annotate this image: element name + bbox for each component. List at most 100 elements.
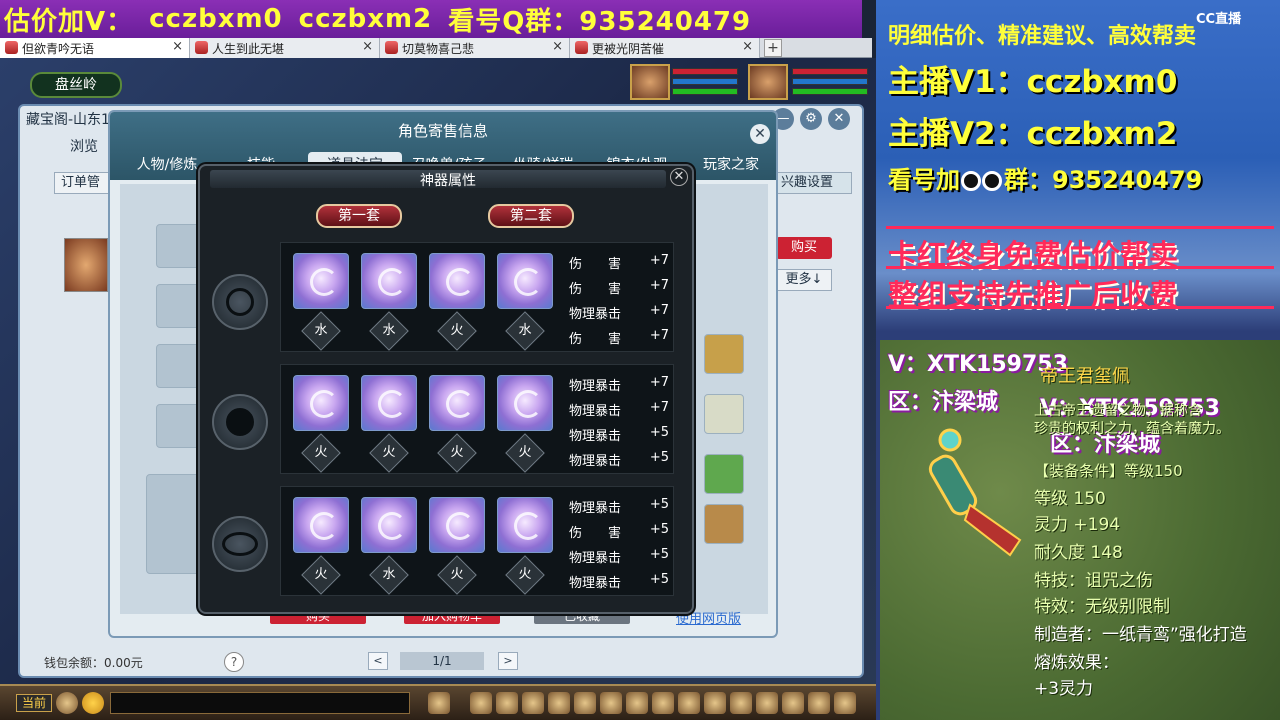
element-badge: 火 (437, 433, 477, 473)
element-badge: 火 (301, 433, 341, 473)
tab-label: 人生到此无堪 (212, 41, 285, 56)
cc-live-logo: CC直播 (1196, 12, 1242, 27)
game-favicon-icon (5, 41, 18, 54)
player-hp-bar (792, 68, 868, 75)
give-icon[interactable] (522, 692, 544, 714)
spirit-gem-icon[interactable] (497, 375, 553, 431)
promo-line-3: 主播V2：cczbxm2 (888, 116, 1178, 152)
skills-icon[interactable] (678, 692, 700, 714)
inventory-slot[interactable] (704, 334, 744, 374)
attribute-line: 物理暴击 +5 (569, 572, 669, 591)
spirit-gem-icon[interactable] (429, 375, 485, 431)
attribute-line: 物理暴击 +7 (569, 400, 669, 419)
inventory-slot[interactable] (156, 404, 200, 448)
close-tab-icon[interactable]: × (742, 39, 753, 54)
chat-channel-button[interactable]: 当前 (16, 694, 52, 712)
item-icon[interactable] (496, 692, 518, 714)
set-one-button[interactable]: 第一套 (316, 204, 402, 228)
artifact-row: 火 火 火 火 物理暴击 +7 物理暴击 +7 物理暴击 +5 物理暴击 +5 (280, 364, 674, 474)
element-badge: 火 (301, 555, 341, 595)
mascot-icon[interactable] (428, 692, 450, 714)
menu-icon[interactable] (834, 692, 856, 714)
mall-icon[interactable] (730, 692, 752, 714)
attribute-line: 物理暴击 +5 (569, 425, 669, 444)
close-tab-icon[interactable]: × (172, 39, 183, 54)
close-tab-icon[interactable]: × (362, 39, 373, 54)
close-window-icon[interactable]: ✕ (828, 108, 850, 130)
friends-icon[interactable] (704, 692, 726, 714)
ring-hole (226, 408, 254, 436)
activity-icon[interactable] (756, 692, 778, 714)
settings-gear-icon[interactable]: ⚙ (800, 108, 822, 130)
voice-icon[interactable] (56, 692, 78, 714)
tooltip-effect: 特效：无级别限制 (1034, 597, 1170, 617)
tooltip-desc-2: 珍贵的权利之力，蕴含着魔力。 (1034, 421, 1230, 437)
tab-home[interactable]: 玩家之家 (684, 152, 778, 178)
character-avatar[interactable] (64, 238, 108, 292)
attack-icon[interactable] (470, 692, 492, 714)
guild-icon[interactable] (652, 692, 674, 714)
chat-input[interactable] (110, 692, 410, 714)
buy-button[interactable]: 购买 (776, 237, 832, 259)
more-dropdown-button[interactable]: 更多↓ (776, 269, 832, 291)
spirit-gem-icon[interactable] (293, 375, 349, 431)
game-favicon-icon (385, 41, 398, 54)
tooltip-desc-1: 上古帝王遗留之物，据称含 (1034, 403, 1202, 419)
spirit-gem-icon[interactable] (293, 253, 349, 309)
element-badge: 水 (301, 311, 341, 351)
inventory-slot[interactable] (704, 394, 744, 434)
quest-icon[interactable] (626, 692, 648, 714)
inventory-slot[interactable] (156, 284, 200, 328)
game-favicon-icon (195, 41, 208, 54)
tooltip-smelt-label: 熔炼效果： (1034, 653, 1119, 673)
ranking-icon[interactable] (782, 692, 804, 714)
artifact-ring-icon (212, 274, 268, 330)
penguin-icon (961, 171, 981, 191)
spirit-gem-icon[interactable] (361, 497, 417, 553)
inventory-slot[interactable] (704, 504, 744, 544)
team-icon[interactable] (574, 692, 596, 714)
inventory-slot[interactable] (704, 454, 744, 494)
trade-icon[interactable] (548, 692, 570, 714)
browser-tab[interactable]: 切莫物喜己悲 × (380, 38, 570, 58)
sale-info-title: 角色寄售信息 (397, 122, 488, 140)
browser-tab[interactable]: 但欲青吟无语 × (0, 38, 190, 58)
spirit-gem-icon[interactable] (429, 253, 485, 309)
close-tab-icon[interactable]: × (552, 39, 563, 54)
attribute-line: 伤 害 +5 (569, 522, 669, 541)
close-icon[interactable]: ✕ (670, 168, 688, 186)
artifact-ring-icon (212, 394, 268, 450)
inventory-slot[interactable] (146, 474, 202, 574)
spirit-gem-icon[interactable] (361, 375, 417, 431)
inventory-slot[interactable] (156, 344, 200, 388)
element-badge: 火 (437, 311, 477, 351)
spirit-gem-icon[interactable] (497, 253, 553, 309)
interest-settings-button[interactable]: 兴趣设置 (774, 172, 852, 194)
browser-tab[interactable]: 人生到此无堪 × (190, 38, 380, 58)
attribute-line: 物理暴击 +7 (569, 303, 669, 322)
page-next-button[interactable]: > (498, 652, 518, 670)
attribute-line: 伤 害 +7 (569, 253, 669, 272)
spirit-gem-icon[interactable] (429, 497, 485, 553)
emoji-icon[interactable] (82, 692, 104, 714)
tooltip-maker: 制造者：一纸青鸾”强化打造 (1034, 625, 1247, 645)
system-icon[interactable] (808, 692, 830, 714)
order-manage-button[interactable]: 订单管 (54, 172, 114, 194)
spirit-gem-icon[interactable] (497, 497, 553, 553)
page-prev-button[interactable]: < (368, 652, 388, 670)
player-portrait[interactable] (748, 64, 788, 100)
set-two-button[interactable]: 第二套 (488, 204, 574, 228)
new-tab-button[interactable]: + (764, 39, 782, 57)
help-icon[interactable]: ? (224, 652, 244, 672)
pet-icon[interactable] (600, 692, 622, 714)
close-icon[interactable]: ✕ (750, 124, 770, 144)
spirit-gem-icon[interactable] (293, 497, 349, 553)
artifact-row: 火 水 火 火 物理暴击 +5 伤 害 +5 物理暴击 +5 物理暴击 +5 (280, 486, 674, 596)
artifact-ring-icon (212, 516, 268, 572)
inventory-slot[interactable] (156, 224, 200, 268)
spirit-gem-icon[interactable] (361, 253, 417, 309)
pet-portrait[interactable] (630, 64, 670, 100)
pet-sp-bar (672, 88, 738, 95)
browse-tab[interactable]: 浏览 (70, 136, 98, 156)
browser-tab[interactable]: 更被光阴苦催 × (570, 38, 760, 58)
